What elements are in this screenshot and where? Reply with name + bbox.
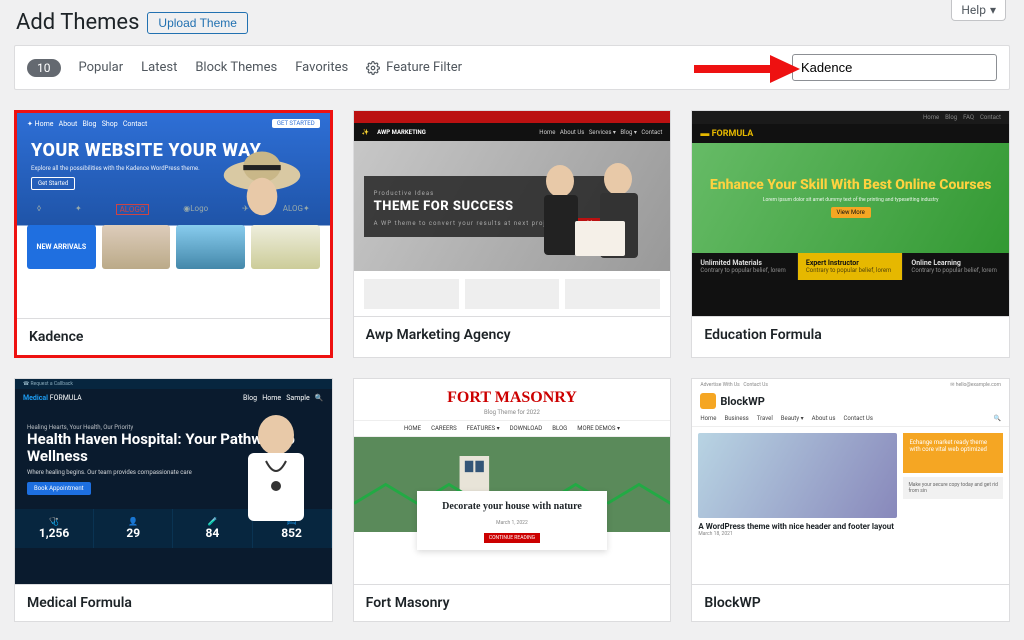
highlight-arrow-icon [692, 52, 802, 86]
feature-filter-button[interactable]: Feature Filter [366, 60, 462, 75]
theme-name: Kadence [17, 318, 330, 355]
theme-card-education[interactable]: HomeBlogFAQContact ▬ FORMULA Enhance You… [691, 110, 1010, 358]
theme-card-awp[interactable]: ✨AWP MARKETINGHome About Us Services ▾ B… [353, 110, 672, 358]
theme-card-kadence[interactable]: ✦ Home About Blog Shop ContactGET STARTE… [14, 110, 333, 358]
theme-preview: ☎ Request a Callback Medical FORMULABlog… [15, 379, 332, 584]
filter-popular[interactable]: Popular [79, 60, 124, 75]
theme-name: Awp Marketing Agency [354, 316, 671, 353]
chevron-down-icon: ▾ [990, 3, 996, 17]
theme-name: Medical Formula [15, 584, 332, 621]
theme-card-blockwp[interactable]: Advertise With Us Contact Us✉ hello@exam… [691, 378, 1010, 622]
theme-count-badge: 10 [27, 59, 61, 77]
gear-icon [366, 61, 380, 75]
theme-name: Fort Masonry [354, 584, 671, 621]
theme-card-medical[interactable]: ☎ Request a Callback Medical FORMULABlog… [14, 378, 333, 622]
filter-latest[interactable]: Latest [141, 60, 177, 75]
filter-bar: 10 Popular Latest Block Themes Favorites… [14, 45, 1010, 90]
theme-name: BlockWP [692, 584, 1009, 621]
theme-card-fort[interactable]: FORT MASONRY Blog Theme for 2022 HOMECAR… [353, 378, 672, 622]
help-label: Help [961, 3, 986, 17]
theme-preview: ✨AWP MARKETINGHome About Us Services ▾ B… [354, 111, 671, 316]
filter-favorites[interactable]: Favorites [295, 60, 348, 75]
search-input[interactable] [792, 54, 997, 81]
upload-theme-button[interactable]: Upload Theme [147, 12, 248, 34]
theme-preview: HomeBlogFAQContact ▬ FORMULA Enhance You… [692, 111, 1009, 316]
theme-preview: FORT MASONRY Blog Theme for 2022 HOMECAR… [354, 379, 671, 584]
feature-filter-label: Feature Filter [386, 60, 462, 75]
help-toggle[interactable]: Help ▾ [951, 0, 1006, 21]
theme-preview: Advertise With Us Contact Us✉ hello@exam… [692, 379, 1009, 584]
filter-block-themes[interactable]: Block Themes [195, 60, 277, 75]
page-title: Add Themes [16, 10, 139, 35]
theme-preview: ✦ Home About Blog Shop ContactGET STARTE… [17, 113, 330, 318]
theme-name: Education Formula [692, 316, 1009, 353]
